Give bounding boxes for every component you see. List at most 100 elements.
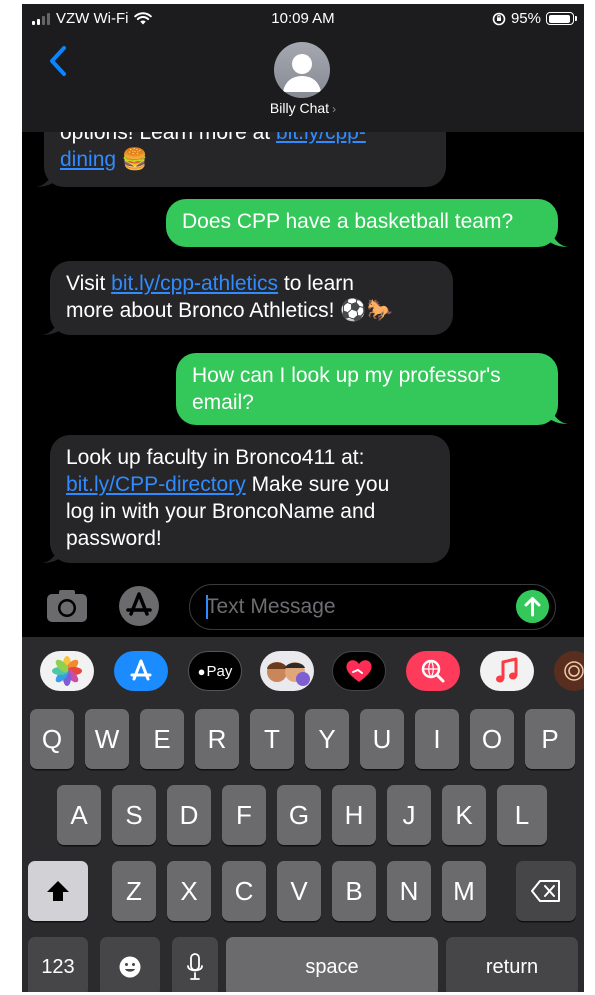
numbers-key[interactable]: 123 xyxy=(28,937,88,992)
key-k[interactable]: K xyxy=(442,785,486,845)
contact-name: Billy Chat xyxy=(269,100,330,116)
message-link[interactable]: bit.ly/CPP-directory xyxy=(66,473,246,496)
incoming-message: Visit bit.ly/cpp-athletics to learn more… xyxy=(50,261,453,335)
key-f[interactable]: F xyxy=(222,785,266,845)
space-key[interactable]: space xyxy=(226,937,438,992)
memoji-faces xyxy=(267,662,310,686)
bubble-tail xyxy=(42,546,60,563)
key-m[interactable]: M xyxy=(442,861,486,921)
key-u[interactable]: U xyxy=(360,709,404,769)
bubble-tail xyxy=(42,318,60,335)
key-d[interactable]: D xyxy=(167,785,211,845)
shift-key[interactable] xyxy=(28,861,88,921)
key-z[interactable]: Z xyxy=(112,861,156,921)
bubble-tail xyxy=(550,230,568,247)
message-input-field[interactable] xyxy=(189,584,556,630)
return-key[interactable]: return xyxy=(446,937,578,992)
outgoing-message: Does CPP have a basketball team? xyxy=(166,199,558,247)
message-text: Visit xyxy=(66,272,106,295)
dictation-key[interactable] xyxy=(172,937,218,992)
globe-search-icon xyxy=(421,659,445,683)
status-right: 95% xyxy=(492,10,577,27)
contact-name-button[interactable]: Billy Chat › xyxy=(22,100,584,116)
apple-pay-icon[interactable]: ● Pay xyxy=(188,651,242,691)
key-s[interactable]: S xyxy=(112,785,156,845)
memoji-icon[interactable] xyxy=(260,651,314,691)
key-h[interactable]: H xyxy=(332,785,376,845)
apple-pay-label: Pay xyxy=(206,662,233,680)
chevron-right-icon: › xyxy=(332,102,337,116)
contact-avatar[interactable] xyxy=(274,42,330,98)
incoming-message: options! Learn more at bit.ly/cpp- dinin… xyxy=(44,132,446,187)
outgoing-message: How can I look up my professor's email? xyxy=(176,353,558,425)
battery-percent: 95% xyxy=(510,10,541,27)
battery-icon xyxy=(546,12,577,25)
compose-bar xyxy=(22,579,584,637)
bubble-tail xyxy=(36,170,54,187)
status-bar: VZW Wi-Fi 10:09 AM 95% xyxy=(22,4,584,34)
message-input[interactable] xyxy=(206,593,506,621)
message-link[interactable]: bit.ly/cpp-athletics xyxy=(111,272,278,295)
apple-logo-icon: ● xyxy=(197,663,206,679)
key-n[interactable]: N xyxy=(387,861,431,921)
key-l[interactable]: L xyxy=(497,785,547,845)
message-link[interactable]: dining xyxy=(60,148,116,171)
message-text: How can I look up my professor's xyxy=(192,364,501,387)
key-v[interactable]: V xyxy=(277,861,321,921)
key-q[interactable]: Q xyxy=(30,709,74,769)
microphone-icon xyxy=(187,953,203,980)
key-r[interactable]: R xyxy=(195,709,239,769)
key-t[interactable]: T xyxy=(250,709,294,769)
emoji-key[interactable] xyxy=(100,937,160,992)
key-y[interactable]: Y xyxy=(305,709,349,769)
message-text: options! Learn more at xyxy=(60,132,271,144)
person-icon xyxy=(283,54,321,92)
key-g[interactable]: G xyxy=(277,785,321,845)
message-text: Does CPP have a basketball team? xyxy=(182,210,514,233)
key-x[interactable]: X xyxy=(167,861,211,921)
app-store-icon[interactable] xyxy=(114,651,168,691)
key-a[interactable]: A xyxy=(57,785,101,845)
bubble-tail xyxy=(550,407,568,424)
message-text: to learn xyxy=(283,272,354,295)
message-text: password! xyxy=(66,527,162,550)
send-arrow-icon[interactable] xyxy=(516,590,549,623)
app-store-icon[interactable] xyxy=(118,585,160,627)
key-e[interactable]: E xyxy=(140,709,184,769)
burger-emoji: 🍔 xyxy=(121,148,149,171)
back-chevron-icon[interactable] xyxy=(44,44,74,78)
camera-icon[interactable] xyxy=(46,589,88,623)
orientation-lock-icon xyxy=(492,12,506,25)
message-text: email? xyxy=(192,391,254,414)
shift-arrow-icon xyxy=(47,881,69,901)
key-i[interactable]: I xyxy=(415,709,459,769)
conversation[interactable]: options! Learn more at bit.ly/cpp- dinin… xyxy=(22,132,584,579)
photos-flower xyxy=(52,656,82,686)
emoji-icon xyxy=(119,956,141,978)
message-text: more about Bronco Athletics! ⚽🐎 xyxy=(66,299,393,322)
incoming-message: Look up faculty in Bronco411 at: bit.ly/… xyxy=(50,435,450,563)
key-c[interactable]: C xyxy=(222,861,266,921)
message-text: log in with your BroncoName and xyxy=(66,500,376,523)
photos-icon[interactable] xyxy=(40,651,94,691)
heart-icon xyxy=(346,660,372,682)
key-p[interactable]: P xyxy=(525,709,575,769)
conversation-header: VZW Wi-Fi 10:09 AM 95% Billy Chat › xyxy=(22,4,584,132)
music-icon[interactable] xyxy=(480,651,534,691)
imessage-app-strip: ● Pay xyxy=(22,637,584,709)
more-apps-icon[interactable] xyxy=(554,651,584,691)
battery-level xyxy=(548,14,571,23)
fingerprint-icon xyxy=(564,661,584,681)
key-b[interactable]: B xyxy=(332,861,376,921)
key-o[interactable]: O xyxy=(470,709,514,769)
search-images-icon[interactable] xyxy=(406,651,460,691)
music-note-icon xyxy=(496,657,518,683)
key-j[interactable]: J xyxy=(387,785,431,845)
message-text: Look up faculty in Bronco411 at: xyxy=(66,446,365,469)
message-link[interactable]: bit.ly/cpp- xyxy=(276,132,366,144)
app-store-glyph xyxy=(130,659,152,681)
digital-touch-icon[interactable] xyxy=(332,651,386,691)
delete-key[interactable] xyxy=(516,861,576,921)
key-w[interactable]: W xyxy=(85,709,129,769)
messages-screen: options! Learn more at bit.ly/cpp- dinin… xyxy=(22,4,584,992)
